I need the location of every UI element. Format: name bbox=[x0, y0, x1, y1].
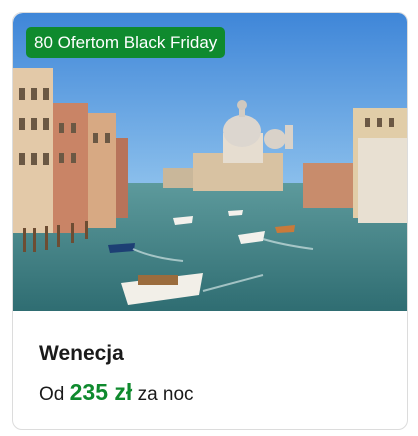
black-friday-offers-badge: 80 Ofertom Black Friday bbox=[26, 27, 226, 58]
price-line: Od 235 zł za noc bbox=[39, 379, 194, 406]
price-prefix: Od bbox=[39, 384, 65, 405]
price-value: 235 zł bbox=[69, 379, 133, 405]
price-suffix: za noc bbox=[137, 384, 194, 405]
destination-title[interactable]: Wenecja bbox=[39, 342, 124, 366]
offer-card[interactable]: 80 Ofertom Black Friday Wenecja Od 235 z… bbox=[12, 12, 408, 430]
